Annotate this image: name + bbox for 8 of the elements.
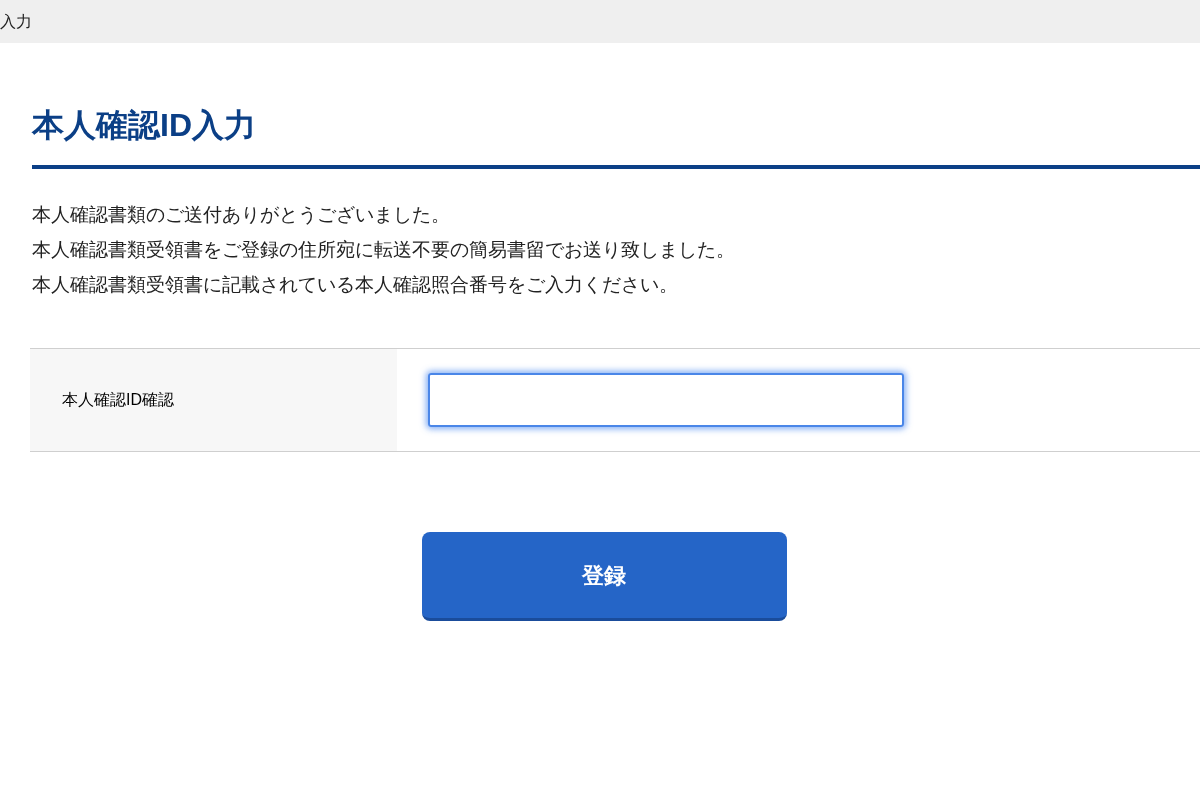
page-title: 入力 — [0, 11, 32, 32]
page-heading: 本人確認ID入力 — [32, 103, 1200, 169]
message-text: 本人確認書類のご送付ありがとうございました。 — [32, 203, 451, 226]
input-field[interactable] — [428, 373, 904, 427]
field-label: 本人確認ID確認 — [30, 349, 397, 451]
message-text: 本人確認書類受領書をご登録の住所宛に転送不要の簡易書留でお送り致しました。 — [32, 238, 736, 261]
submit-button[interactable]: 登録 — [421, 532, 787, 621]
message-text: 本人確認書類受領書に記載されている本人確認照合番号をご入力ください。 — [32, 273, 679, 296]
